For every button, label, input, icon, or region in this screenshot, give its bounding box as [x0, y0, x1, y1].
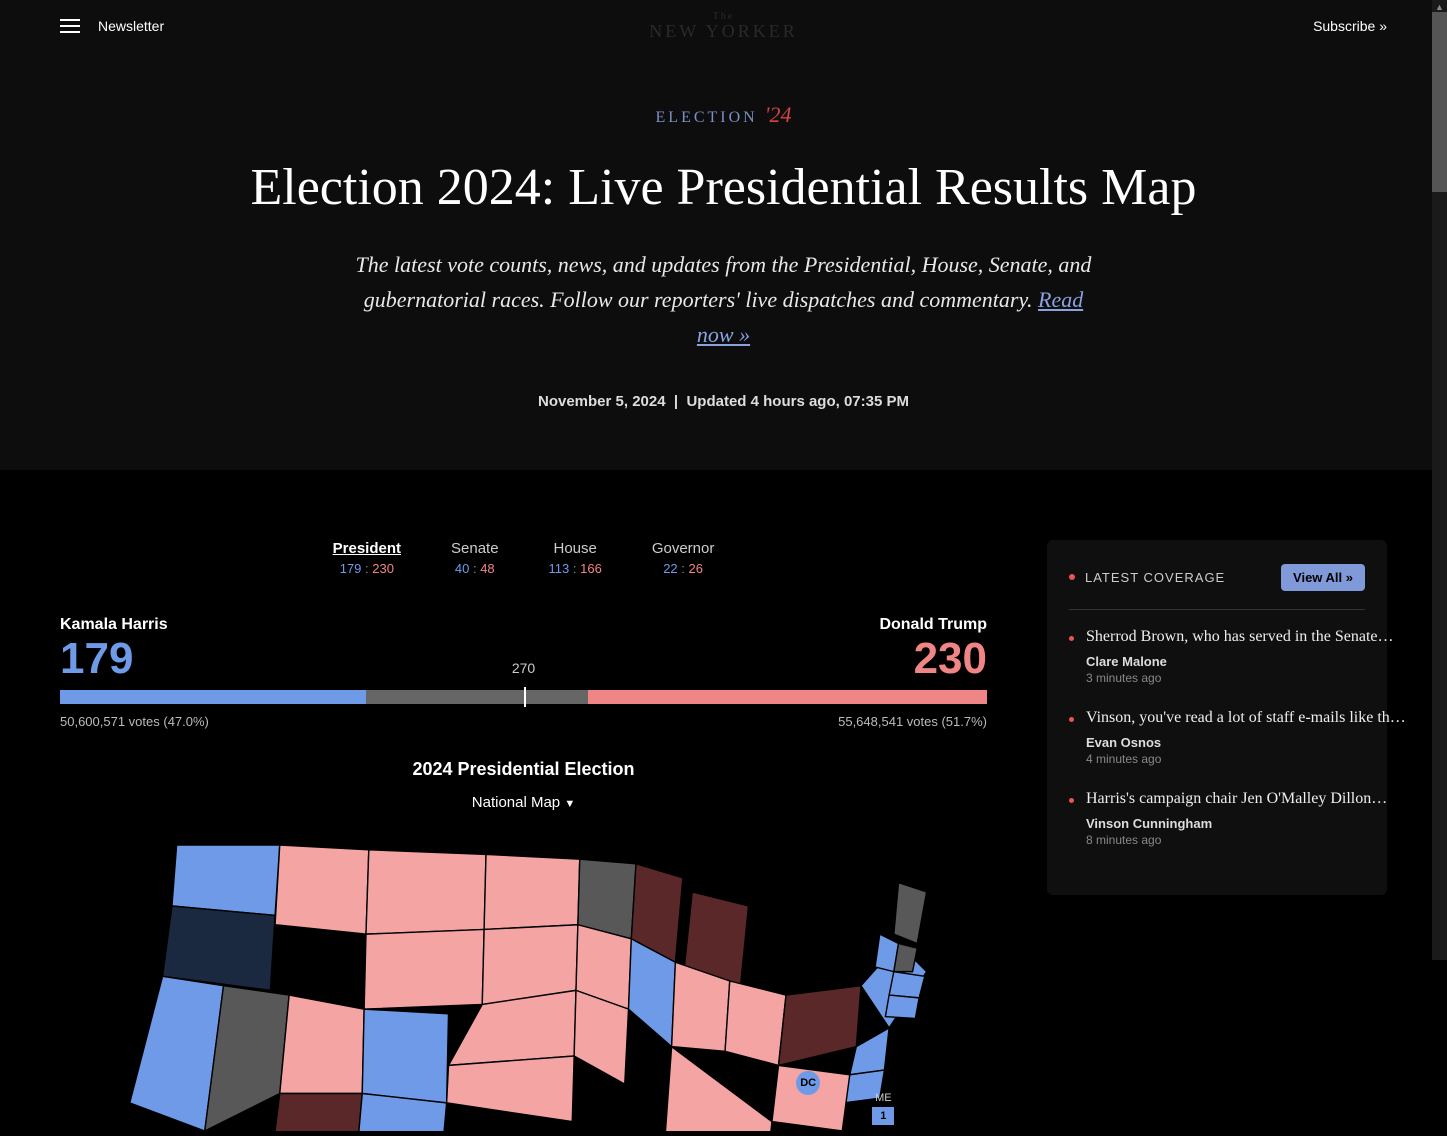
state-ut[interactable]: [280, 995, 364, 1093]
state-mt[interactable]: [366, 849, 486, 933]
bullet-icon: [1069, 717, 1074, 722]
coverage-time: 4 minutes ago: [1086, 752, 1406, 766]
coverage-author: Vinson Cunningham: [1086, 816, 1387, 831]
bullet-icon: [1069, 636, 1074, 641]
state-pa[interactable]: [779, 985, 862, 1065]
state-ma[interactable]: [889, 971, 925, 997]
state-ct[interactable]: [885, 995, 919, 1018]
election-tag: ELECTION '24: [60, 102, 1387, 128]
coverage-author: Evan Osnos: [1086, 735, 1406, 750]
coverage-headline: Harris's campaign chair Jen O'Malley Dil…: [1086, 790, 1387, 808]
coverage-panel: LATEST COVERAGE View All » Sherrod Brown…: [1047, 540, 1387, 895]
timestamp: November 5, 2024 | Updated 4 hours ago, …: [60, 393, 1387, 410]
state-ks[interactable]: [447, 1056, 575, 1122]
coverage-author: Clare Malone: [1086, 654, 1394, 669]
page-subtitle: The latest vote counts, news, and update…: [349, 247, 1099, 353]
dem-candidate-name: Kamala Harris: [60, 616, 168, 634]
coverage-item[interactable]: Harris's campaign chair Jen O'Malley Dil…: [1069, 790, 1365, 847]
state-me[interactable]: [894, 882, 927, 943]
menu-icon[interactable]: [60, 19, 80, 33]
election-map[interactable]: DC ME 1: [60, 831, 987, 1131]
state-co[interactable]: [362, 1009, 448, 1103]
tab-senate[interactable]: Senate 40 : 48: [451, 540, 499, 576]
hero-section: ELECTION '24 Election 2024: Live Preside…: [0, 52, 1447, 470]
ev-progress-bar: [60, 690, 987, 704]
tab-president[interactable]: President 179 : 230: [333, 540, 401, 576]
state-id[interactable]: [275, 845, 369, 934]
state-nh[interactable]: [894, 943, 917, 971]
subscribe-link[interactable]: Subscribe »: [1313, 18, 1387, 34]
race-tabs: President 179 : 230 Senate 40 : 48 House…: [60, 540, 987, 576]
map-selector[interactable]: National Map ▼: [60, 794, 987, 811]
chevron-down-icon: ▼: [564, 798, 575, 810]
coverage-item[interactable]: Sherrod Brown, who has served in the Sen…: [1069, 628, 1365, 685]
coverage-headline: Sherrod Brown, who has served in the Sen…: [1086, 628, 1394, 646]
tab-governor[interactable]: Governor 22 : 26: [652, 540, 715, 576]
page-title: Election 2024: Live Presidential Results…: [60, 158, 1387, 217]
rep-electoral-votes: 230: [914, 634, 987, 684]
state-dc-badge[interactable]: DC: [796, 1071, 820, 1095]
coverage-time: 8 minutes ago: [1086, 833, 1387, 847]
target-270: 270: [512, 660, 535, 676]
site-logo[interactable]: The NEW YORKER: [649, 11, 798, 42]
bullet-icon: [1069, 798, 1074, 803]
dem-vote-count: 50,600,571 votes (47.0%): [60, 714, 209, 729]
coverage-headline: Vinson, you've read a lot of staff e-mai…: [1086, 709, 1406, 727]
coverage-time: 3 minutes ago: [1086, 671, 1394, 685]
state-me-badge[interactable]: ME 1: [872, 1092, 894, 1125]
state-or[interactable]: [163, 906, 276, 990]
scroll-up-icon[interactable]: ▲: [1435, 2, 1444, 12]
newsletter-link[interactable]: Newsletter: [98, 18, 164, 34]
scrollbar-thumb[interactable]: [1432, 12, 1447, 192]
state-wy[interactable]: [364, 929, 484, 1009]
map-title: 2024 Presidential Election: [60, 759, 987, 780]
scrollbar[interactable]: ▲: [1432, 0, 1447, 960]
state-oh[interactable]: [725, 981, 786, 1065]
coverage-item[interactable]: Vinson, you've read a lot of staff e-mai…: [1069, 709, 1365, 766]
rep-vote-count: 55,648,541 votes (51.7%): [838, 714, 987, 729]
state-wa[interactable]: [172, 845, 280, 915]
header-bar: Newsletter The NEW YORKER Subscribe »: [0, 0, 1447, 52]
coverage-title: LATEST COVERAGE: [1069, 570, 1225, 585]
view-all-button[interactable]: View All »: [1281, 564, 1365, 591]
rep-candidate-name: Donald Trump: [879, 616, 987, 634]
tab-house[interactable]: House 113 : 166: [549, 540, 602, 576]
dem-electoral-votes: 179: [60, 634, 133, 684]
state-nd[interactable]: [484, 854, 580, 929]
state-az[interactable]: [270, 1093, 362, 1131]
live-dot-icon: [1069, 574, 1075, 580]
